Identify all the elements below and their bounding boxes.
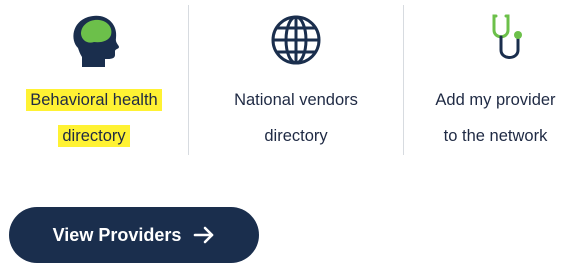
- tile-behavioral-health[interactable]: Behavioral health directory: [0, 0, 188, 160]
- tile-label-line2: to the network: [443, 127, 548, 145]
- view-providers-button[interactable]: View Providers: [9, 207, 259, 263]
- view-providers-label: View Providers: [52, 224, 182, 245]
- tile-label: Behavioral health directory: [0, 82, 188, 154]
- stethoscope-icon: [490, 12, 530, 66]
- tile-label-line2: directory: [58, 125, 130, 147]
- tile-national-vendors[interactable]: National vendors directory: [189, 0, 403, 160]
- arrow-right-icon: [194, 226, 214, 244]
- tile-label: Add my provider to the network: [404, 82, 587, 154]
- tile-label-line1: Behavioral health: [26, 89, 162, 111]
- directory-tiles: Behavioral health directory National ven…: [0, 0, 587, 160]
- tile-label: National vendors directory: [189, 82, 403, 154]
- head-silhouette-icon: [64, 12, 124, 68]
- tile-label-line1: National vendors: [234, 91, 358, 109]
- tile-label-line1: Add my provider: [435, 91, 556, 109]
- globe-icon: [269, 13, 323, 67]
- tile-label-line2: directory: [264, 127, 328, 145]
- tile-add-provider[interactable]: Add my provider to the network: [404, 0, 587, 160]
